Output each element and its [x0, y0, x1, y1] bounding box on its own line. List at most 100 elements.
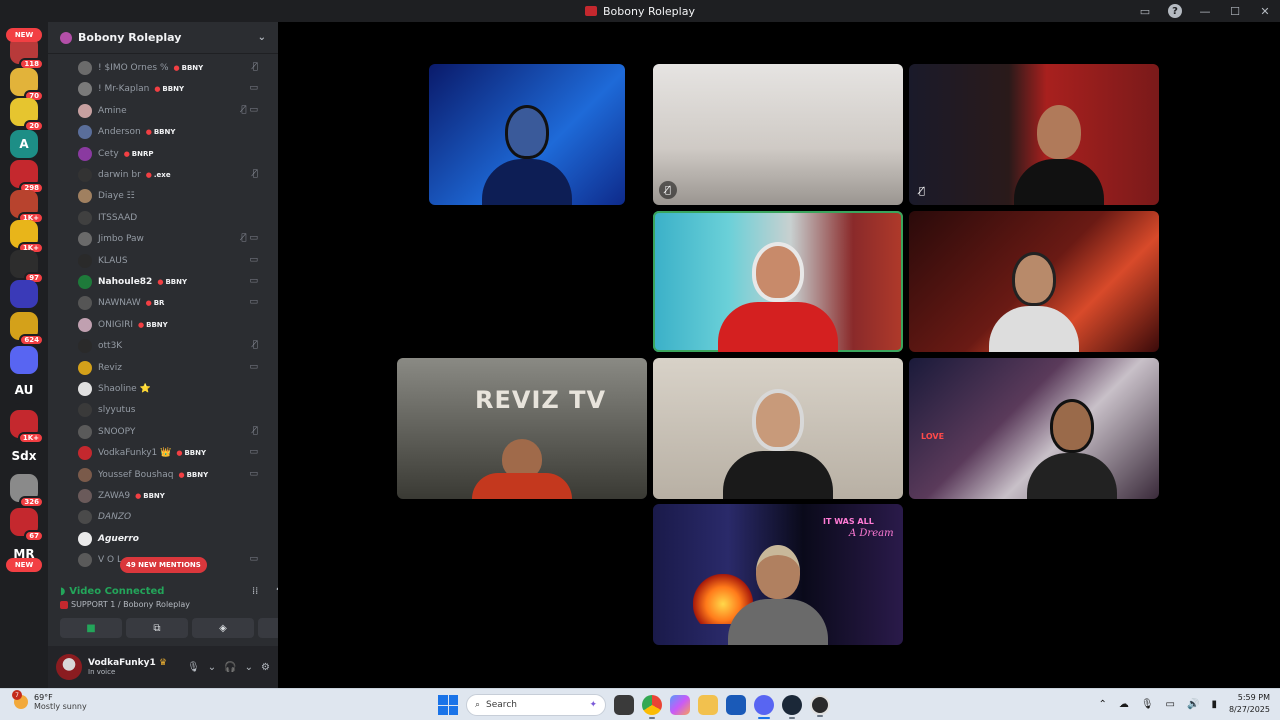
new-badge[interactable]: NEW — [6, 558, 42, 572]
steam-icon[interactable] — [782, 695, 802, 719]
voice-member[interactable]: Anderson ● BBNY — [78, 122, 268, 142]
voice-member[interactable]: ZAWA9 ● BBNY — [78, 486, 268, 506]
chevron-down-icon[interactable]: ⌄ — [258, 32, 266, 43]
battery-icon[interactable]: ▮ — [1211, 699, 1217, 710]
maximize-button[interactable]: ☐ — [1220, 5, 1250, 18]
voice-member[interactable]: VodkaFunky1 👑 ● BBNY ▭ — [78, 443, 268, 463]
screen-share-button[interactable]: ⧉ — [126, 618, 188, 638]
video-tile[interactable] — [909, 211, 1159, 352]
start-button[interactable] — [438, 695, 458, 715]
inbox-icon[interactable]: ▭ — [1130, 5, 1160, 18]
voice-member[interactable]: Reviz ▭ — [78, 358, 268, 378]
video-tile[interactable]: IT WAS ALL A Dream — [653, 504, 903, 645]
weather-widget[interactable]: 7 69°F Mostly sunny — [12, 690, 87, 711]
discord-icon[interactable] — [754, 695, 774, 719]
voice-member[interactable]: darwin br ● .exe 🎙̸ — [78, 165, 268, 185]
copilot-icon[interactable] — [670, 695, 690, 715]
new-badge[interactable]: NEW — [6, 28, 42, 42]
chevron-up-icon[interactable]: ⌃ — [1098, 699, 1106, 710]
server-icon[interactable]: 67 — [10, 508, 44, 542]
video-tile[interactable] — [429, 64, 625, 205]
voice-status[interactable]: ◗ Video Connected — [60, 586, 164, 597]
user-info[interactable]: VodkaFunky1 ♛ In voice — [88, 658, 167, 676]
microphone-icon[interactable]: 🎙 — [187, 662, 200, 673]
server-icon[interactable]: 624 — [10, 312, 44, 346]
cloud-icon[interactable]: ☁ — [1119, 699, 1129, 710]
server-icon[interactable]: 1K+ — [10, 190, 44, 224]
gear-icon[interactable]: ⚙ — [261, 662, 270, 673]
voice-member[interactable]: NAWNAW ● BR ▭ — [78, 293, 268, 313]
search-input[interactable]: ⌕ Search ✦ — [466, 694, 606, 716]
headphones-icon[interactable]: 🎧 — [224, 662, 236, 673]
member-name: ITSSAAD — [98, 212, 138, 223]
voice-member[interactable]: ! $IMO Ornes % ● BBNY 🎙̸ — [78, 58, 268, 78]
voice-member[interactable]: Nahoule82 ● BBNY ▭ — [78, 272, 268, 292]
tag-icon: ● — [157, 278, 164, 286]
member-name: Diaye ☷ — [98, 191, 135, 202]
voice-member[interactable]: Aguerro — [78, 529, 268, 549]
camera-button[interactable]: ■ — [60, 618, 122, 638]
chevron-down-icon[interactable]: ⌄ — [208, 662, 216, 673]
voice-member[interactable]: DANZO — [78, 507, 268, 527]
member-status-icons: 🎙̸ — [252, 62, 258, 72]
video-tile[interactable]: REVIZ TV — [397, 358, 647, 499]
server-icon[interactable] — [10, 346, 38, 374]
voice-member[interactable]: ! Mr-Kaplan ● BBNY ▭ — [78, 79, 268, 99]
new-mentions-pill[interactable]: 49 NEW MENTIONS — [120, 557, 207, 573]
voice-member[interactable]: ITSSAAD — [78, 208, 268, 228]
microphone-icon[interactable]: 🎙 — [1141, 699, 1154, 710]
avatar — [78, 82, 92, 97]
voice-member[interactable]: slyyutus — [78, 400, 268, 420]
server-header[interactable]: Bobony Roleplay ⌄ — [48, 22, 278, 54]
close-button[interactable]: ✕ — [1250, 5, 1280, 18]
server-icon[interactable]: 97 — [10, 250, 44, 284]
server-icon[interactable]: 70 — [10, 68, 44, 102]
chrome-icon[interactable] — [642, 695, 662, 719]
volume-icon[interactable]: 🔊 — [1187, 699, 1199, 710]
video-tile[interactable] — [653, 358, 903, 499]
clock[interactable]: 5:59 PM 8/27/2025 — [1229, 692, 1270, 716]
task-view-icon[interactable] — [614, 695, 634, 715]
server-icon[interactable]: 1K+ — [10, 220, 44, 254]
video-tile[interactable]: LOVE — [909, 358, 1159, 499]
server-icon[interactable]: A — [10, 130, 38, 158]
voice-channel-text: SUPPORT 1 / Bobony Roleplay — [71, 600, 191, 609]
member-status-icons: ▭ — [249, 447, 258, 458]
minimize-button[interactable]: — — [1190, 5, 1220, 18]
server-icon[interactable]: 326 — [10, 474, 44, 508]
noise-suppression-icon[interactable]: ⁞⁞ — [252, 586, 258, 597]
video-tile[interactable]: 🎙̸ — [909, 64, 1159, 205]
voice-member[interactable]: ONIGIRI ● BBNY — [78, 315, 268, 335]
tag-icon: ● — [178, 470, 185, 479]
voice-member[interactable]: Youssef Boushaq ● BBNY ▭ — [78, 465, 268, 485]
voice-member[interactable]: Shaoline ⭐ — [78, 379, 268, 399]
voice-member[interactable]: Diaye ☷ — [78, 186, 268, 206]
voice-member[interactable]: Jimbo Paw 🎙̸ ▭ — [78, 229, 268, 249]
avatar[interactable] — [56, 654, 82, 680]
server-icon[interactable]: AU — [10, 376, 38, 404]
store-icon[interactable] — [726, 695, 746, 715]
help-icon[interactable]: ? — [1168, 4, 1182, 18]
server-icon[interactable]: 298 — [10, 160, 44, 194]
voice-member[interactable]: Amine 🎙̸ ▭ — [78, 101, 268, 121]
activity-button[interactable]: ◈ — [192, 618, 254, 638]
server-icon[interactable]: 20 — [10, 98, 44, 132]
avatar — [78, 489, 92, 503]
server-tag-text: BBNY — [184, 449, 207, 458]
video-tile[interactable]: 🎙̸ — [653, 64, 903, 205]
server-icon[interactable]: 1K+ — [10, 410, 44, 444]
avatar — [78, 275, 92, 289]
voice-channel-link[interactable]: SUPPORT 1 / Bobony Roleplay — [60, 600, 190, 609]
network-icon[interactable]: ▭ — [1166, 699, 1175, 710]
member-status-icons: ▭ — [249, 83, 258, 94]
chevron-down-icon[interactable]: ⌄ — [245, 662, 253, 673]
voice-member[interactable]: SNOOPY 🎙̸ — [78, 422, 268, 442]
voice-member[interactable]: ott3K 🎙̸ — [78, 336, 268, 356]
voice-member[interactable]: KLAUS ▭ — [78, 251, 268, 271]
app-icon[interactable] — [810, 695, 830, 717]
video-tile-speaking[interactable] — [653, 211, 903, 352]
server-icon[interactable]: Sdx — [10, 442, 38, 470]
file-explorer-icon[interactable] — [698, 695, 718, 715]
voice-member[interactable]: Cety ● BNRP — [78, 144, 268, 164]
server-icon[interactable] — [10, 280, 38, 308]
